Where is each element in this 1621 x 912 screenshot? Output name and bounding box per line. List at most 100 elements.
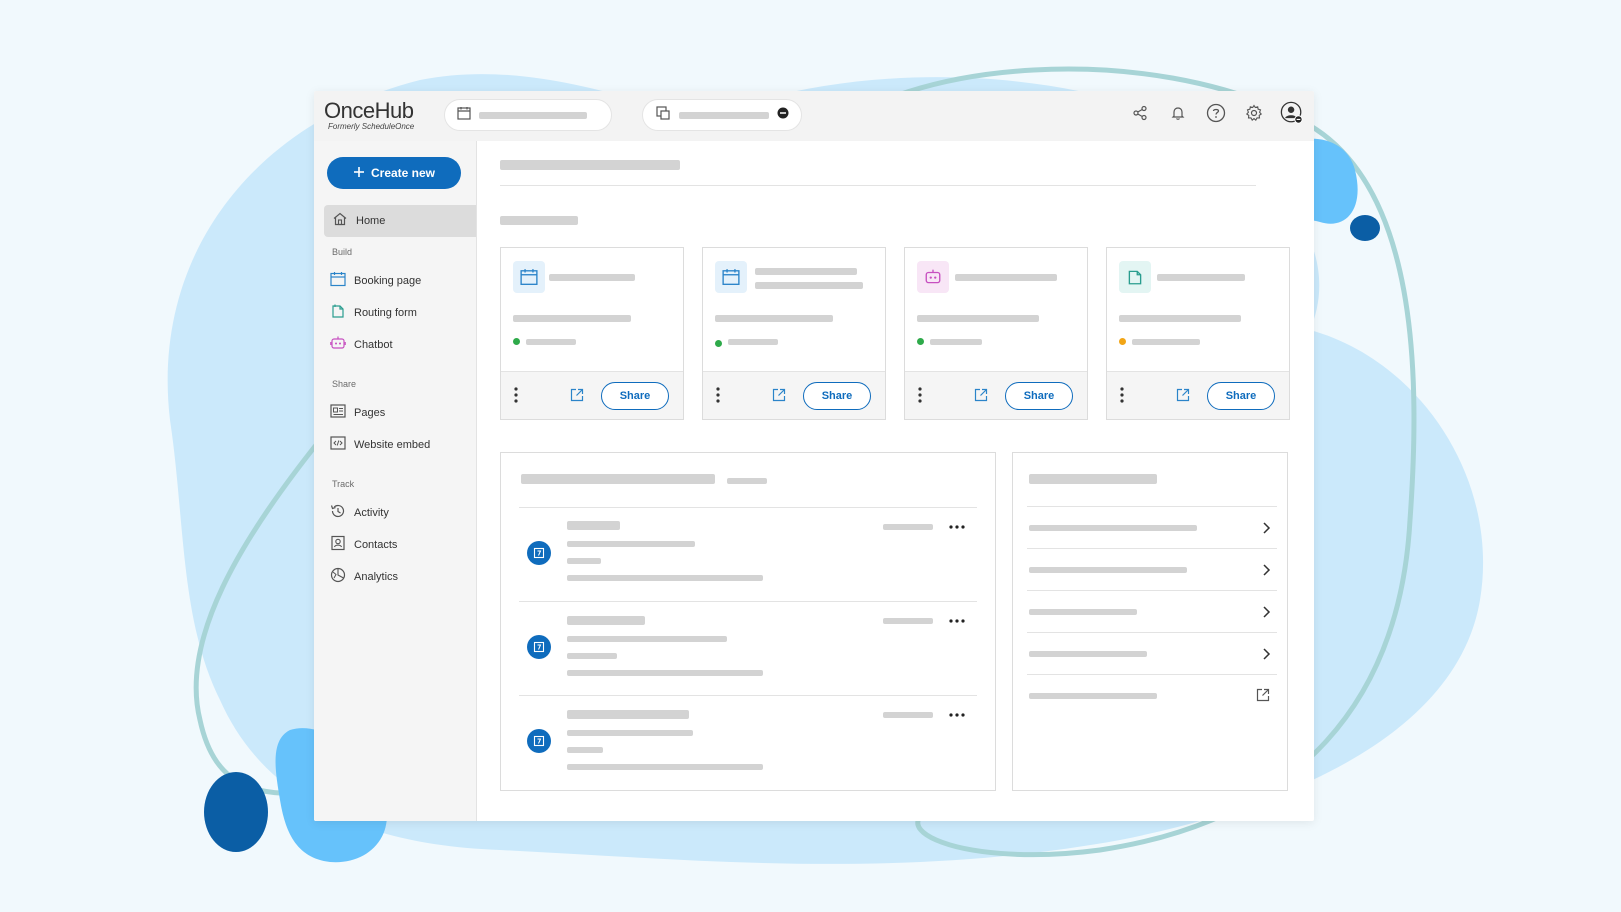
sidebar-item-contacts[interactable]: Contacts [330, 535, 397, 555]
row-line-placeholder [567, 653, 617, 659]
row-line-placeholder [567, 541, 695, 547]
more-horizontal-icon[interactable] [949, 619, 965, 623]
logo-tagline: Formerly ScheduleOnce [328, 122, 415, 131]
activity-panel [500, 452, 996, 791]
external-link-icon[interactable] [771, 387, 787, 403]
card-status-placeholder [1132, 339, 1200, 345]
more-horizontal-icon[interactable] [949, 713, 965, 717]
sidebar-item-activity[interactable]: Activity [330, 503, 389, 523]
more-vertical-icon[interactable] [917, 386, 923, 404]
row-title-placeholder [567, 710, 689, 719]
external-link-icon[interactable] [569, 387, 585, 403]
card-title-placeholder [549, 274, 635, 281]
chatbot-icon [330, 335, 346, 356]
more-vertical-icon[interactable] [1119, 386, 1125, 404]
routing-form-card[interactable]: Share [1106, 247, 1290, 420]
section-label-share: Share [332, 379, 357, 389]
calendar-icon [513, 261, 545, 293]
status-dot [715, 340, 722, 347]
share-button[interactable]: Share [803, 382, 871, 410]
app-window: OnceHub Formerly ScheduleOnce Create new… [314, 91, 1314, 821]
booking-icon [527, 729, 551, 753]
calendar-selector-value [479, 111, 587, 119]
sidebar-item-label: Home [356, 215, 386, 227]
chevron-right-icon [1263, 522, 1271, 534]
history-icon [330, 503, 346, 524]
video-conferencing-selector[interactable] [642, 99, 802, 131]
sidebar-item-website-embed[interactable]: Website embed [330, 435, 430, 455]
home-icon [332, 211, 348, 232]
chevron-right-icon [1263, 606, 1271, 618]
row-divider [519, 507, 977, 508]
booking-icon [527, 541, 551, 565]
sidebar: Create new Home Build Booking page Routi… [314, 141, 477, 821]
section-label-build: Build [332, 247, 353, 257]
card-status-placeholder [526, 339, 576, 345]
card-footer: Share [703, 371, 885, 419]
top-icons [1128, 101, 1304, 125]
row-title-placeholder [567, 616, 645, 625]
row-line-placeholder [567, 575, 763, 581]
sidebar-item-booking-page[interactable]: Booking page [330, 271, 421, 291]
booking-page-card[interactable]: Share [702, 247, 886, 420]
status-dot [513, 338, 520, 345]
panel-title-placeholder [1029, 474, 1157, 484]
more-vertical-icon[interactable] [715, 386, 721, 404]
create-new-button[interactable]: Create new [327, 157, 461, 189]
booking-icon [527, 635, 551, 659]
row-line-placeholder [567, 636, 727, 642]
main-content: Share Share Share Share [476, 141, 1314, 821]
analytics-icon [330, 567, 346, 588]
logo[interactable]: OnceHub Formerly ScheduleOnce [324, 98, 414, 131]
sidebar-item-label: Pages [354, 407, 386, 419]
link-label-placeholder [1029, 567, 1187, 573]
external-link-icon[interactable] [973, 387, 989, 403]
card-footer: Share [1107, 371, 1289, 419]
booking-page-card[interactable]: Share [500, 247, 684, 420]
row-divider [1027, 548, 1277, 549]
row-line-placeholder [567, 730, 693, 736]
link-label-placeholder [1029, 525, 1197, 531]
sidebar-item-analytics[interactable]: Analytics [330, 567, 398, 587]
chatbot-card[interactable]: Share [904, 247, 1088, 420]
sidebar-item-label: Analytics [354, 571, 399, 583]
row-divider [519, 601, 977, 602]
card-title-placeholder [955, 274, 1057, 281]
create-new-label: Create new [370, 166, 436, 180]
card-status-placeholder [728, 339, 778, 345]
external-link-icon [1256, 688, 1270, 702]
row-line-placeholder [567, 670, 763, 676]
card-status-placeholder [930, 339, 982, 345]
links-panel [1012, 452, 1288, 791]
sidebar-item-label: Activity [354, 507, 389, 519]
status-minus-icon [777, 106, 789, 124]
more-vertical-icon[interactable] [513, 386, 519, 404]
card-title-placeholder [755, 268, 857, 275]
row-line-placeholder [567, 558, 601, 564]
sidebar-item-chatbot[interactable]: Chatbot [330, 335, 393, 355]
sidebar-item-pages[interactable]: Pages [330, 403, 385, 423]
plus-icon [353, 166, 365, 181]
share-button[interactable]: Share [1005, 382, 1073, 410]
row-date-placeholder [883, 712, 933, 718]
share-button[interactable]: Share [1207, 382, 1275, 410]
card-title-placeholder [755, 282, 863, 289]
gear-icon[interactable] [1242, 101, 1266, 125]
bell-icon[interactable] [1166, 101, 1190, 125]
sidebar-item-home[interactable]: Home [324, 205, 476, 237]
status-dot [1119, 338, 1126, 345]
help-icon[interactable] [1204, 101, 1228, 125]
video-conferencing-value [679, 111, 769, 119]
share-button[interactable]: Share [601, 382, 669, 410]
panel-subtitle-placeholder [727, 478, 767, 484]
calendar-icon [330, 271, 346, 292]
logo-text: OnceHub [324, 98, 414, 123]
row-date-placeholder [883, 618, 933, 624]
share-icon[interactable] [1128, 101, 1152, 125]
external-link-icon[interactable] [1175, 387, 1191, 403]
calendar-selector[interactable] [444, 99, 612, 131]
more-horizontal-icon[interactable] [949, 525, 965, 529]
avatar-icon[interactable] [1280, 101, 1304, 125]
sidebar-item-routing-form[interactable]: Routing form [330, 303, 417, 323]
sidebar-item-label: Chatbot [354, 339, 393, 351]
